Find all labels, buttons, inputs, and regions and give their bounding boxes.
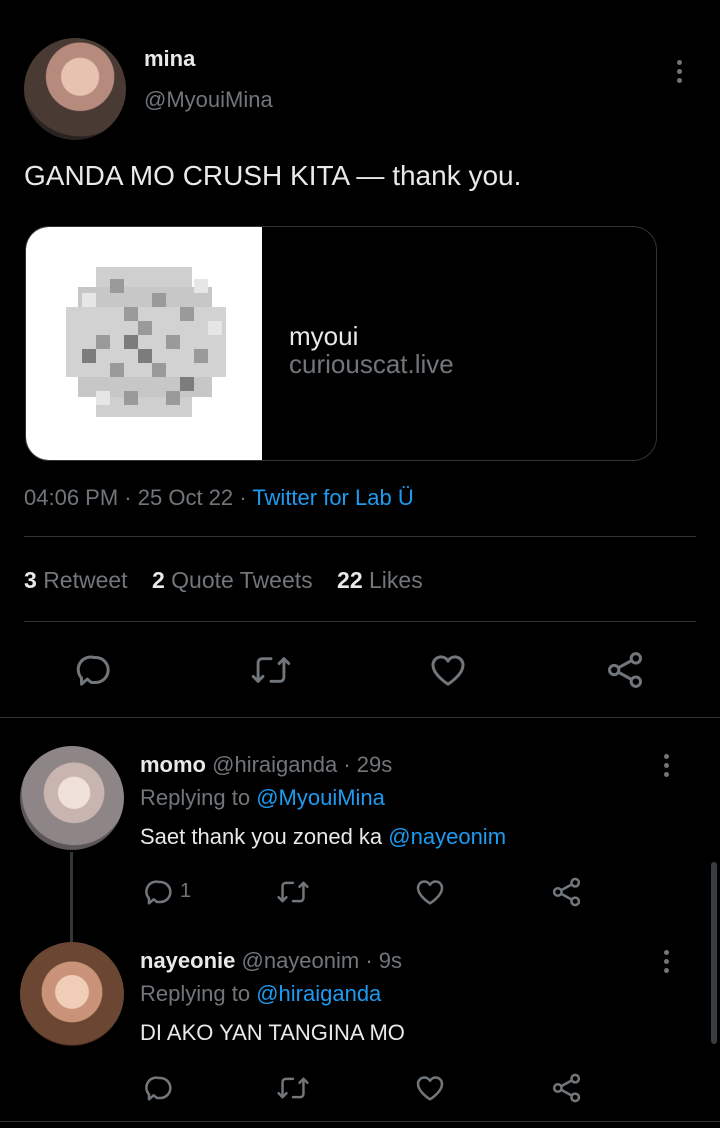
more-icon[interactable] — [674, 60, 684, 87]
reply-icon[interactable] — [143, 1072, 175, 1104]
tweet-source[interactable]: Twitter for Lab Ü — [252, 485, 413, 510]
replying-label: Replying to — [140, 981, 251, 1006]
tweet-text: GANDA MO CRUSH KITA — thank you. — [24, 160, 522, 191]
tweet-meta: 04:06 PM · 25 Oct 22 · Twitter for Lab Ü — [24, 485, 414, 511]
quotes-count: 2 — [151, 567, 165, 593]
share-icon[interactable] — [550, 876, 583, 908]
like-icon[interactable] — [414, 1072, 446, 1104]
retweets-stat[interactable]: 3 Retweet — [24, 567, 134, 593]
reply-author-name[interactable]: momo — [140, 752, 206, 777]
likes-stat[interactable]: 22 Likes — [337, 567, 423, 593]
divider — [0, 1121, 720, 1122]
replying-to: Replying to @hiraiganda — [140, 981, 381, 1007]
reply-author-name[interactable]: nayeonie — [140, 948, 235, 973]
avatar[interactable] — [24, 38, 126, 140]
author-name[interactable]: mina — [144, 46, 195, 72]
replying-mention[interactable]: @MyouiMina — [256, 785, 385, 810]
replying-to: Replying to @MyouiMina — [140, 785, 385, 811]
like-icon[interactable] — [414, 876, 446, 908]
reply-time: · 9s — [365, 948, 403, 973]
avatar[interactable] — [20, 746, 124, 850]
retweet-icon[interactable] — [276, 876, 310, 908]
reply-author-handle[interactable]: @nayeonim — [242, 948, 360, 973]
more-icon[interactable] — [661, 754, 671, 781]
card-thumbnail — [26, 227, 262, 460]
reply-mention[interactable]: @nayeonim — [388, 824, 506, 849]
divider — [24, 536, 696, 537]
divider — [24, 621, 696, 622]
link-card[interactable]: myoui curiouscat.live — [25, 226, 657, 461]
reply-text: DI AKO YAN TANGINA MO — [140, 1020, 405, 1045]
reply-header: momo @hiraiganda · 29s — [140, 752, 392, 778]
retweets-label: Retweet — [43, 567, 128, 593]
retweet-icon[interactable] — [250, 650, 292, 690]
quotes-label: Quote Tweets — [171, 567, 313, 593]
author-handle[interactable]: @MyouiMina — [144, 87, 273, 113]
reply-body: Saet thank you zoned ka — [140, 824, 383, 849]
reply-text: Saet thank you zoned ka @nayeonim — [140, 824, 506, 850]
reply-time: · 29s — [343, 752, 393, 777]
quotes-stat[interactable]: 2 Quote Tweets — [152, 567, 319, 593]
like-icon[interactable] — [428, 650, 468, 690]
tweet-stats: 3 Retweet 2 Quote Tweets 22 Likes — [24, 567, 423, 594]
retweet-icon[interactable] — [276, 1072, 310, 1104]
replying-label: Replying to — [140, 785, 251, 810]
separator: · — [124, 485, 132, 510]
avatar[interactable] — [20, 942, 124, 1046]
card-domain: curiouscat.live — [289, 349, 454, 379]
card-title: myoui — [289, 321, 359, 351]
likes-count: 22 — [337, 567, 363, 593]
tweet-time: 04:06 PM — [24, 485, 119, 510]
reply-header: nayeonie @nayeonim · 9s — [140, 948, 402, 974]
tweet-date: 25 Oct 22 — [137, 485, 234, 510]
reply-count: 1 — [180, 880, 192, 902]
thread-line — [70, 852, 73, 944]
reply-icon[interactable] — [74, 650, 114, 690]
share-icon[interactable] — [550, 1072, 583, 1104]
scrollbar[interactable] — [711, 862, 717, 1044]
more-icon[interactable] — [661, 950, 671, 977]
replying-mention[interactable]: @hiraiganda — [256, 981, 381, 1006]
reply-icon[interactable] — [143, 876, 175, 908]
likes-label: Likes — [369, 567, 423, 593]
pixelated-image — [66, 267, 226, 417]
divider — [0, 717, 720, 718]
share-icon[interactable] — [604, 650, 646, 690]
reply-author-handle[interactable]: @hiraiganda — [212, 752, 337, 777]
separator: · — [239, 485, 247, 510]
retweets-count: 3 — [24, 567, 37, 593]
